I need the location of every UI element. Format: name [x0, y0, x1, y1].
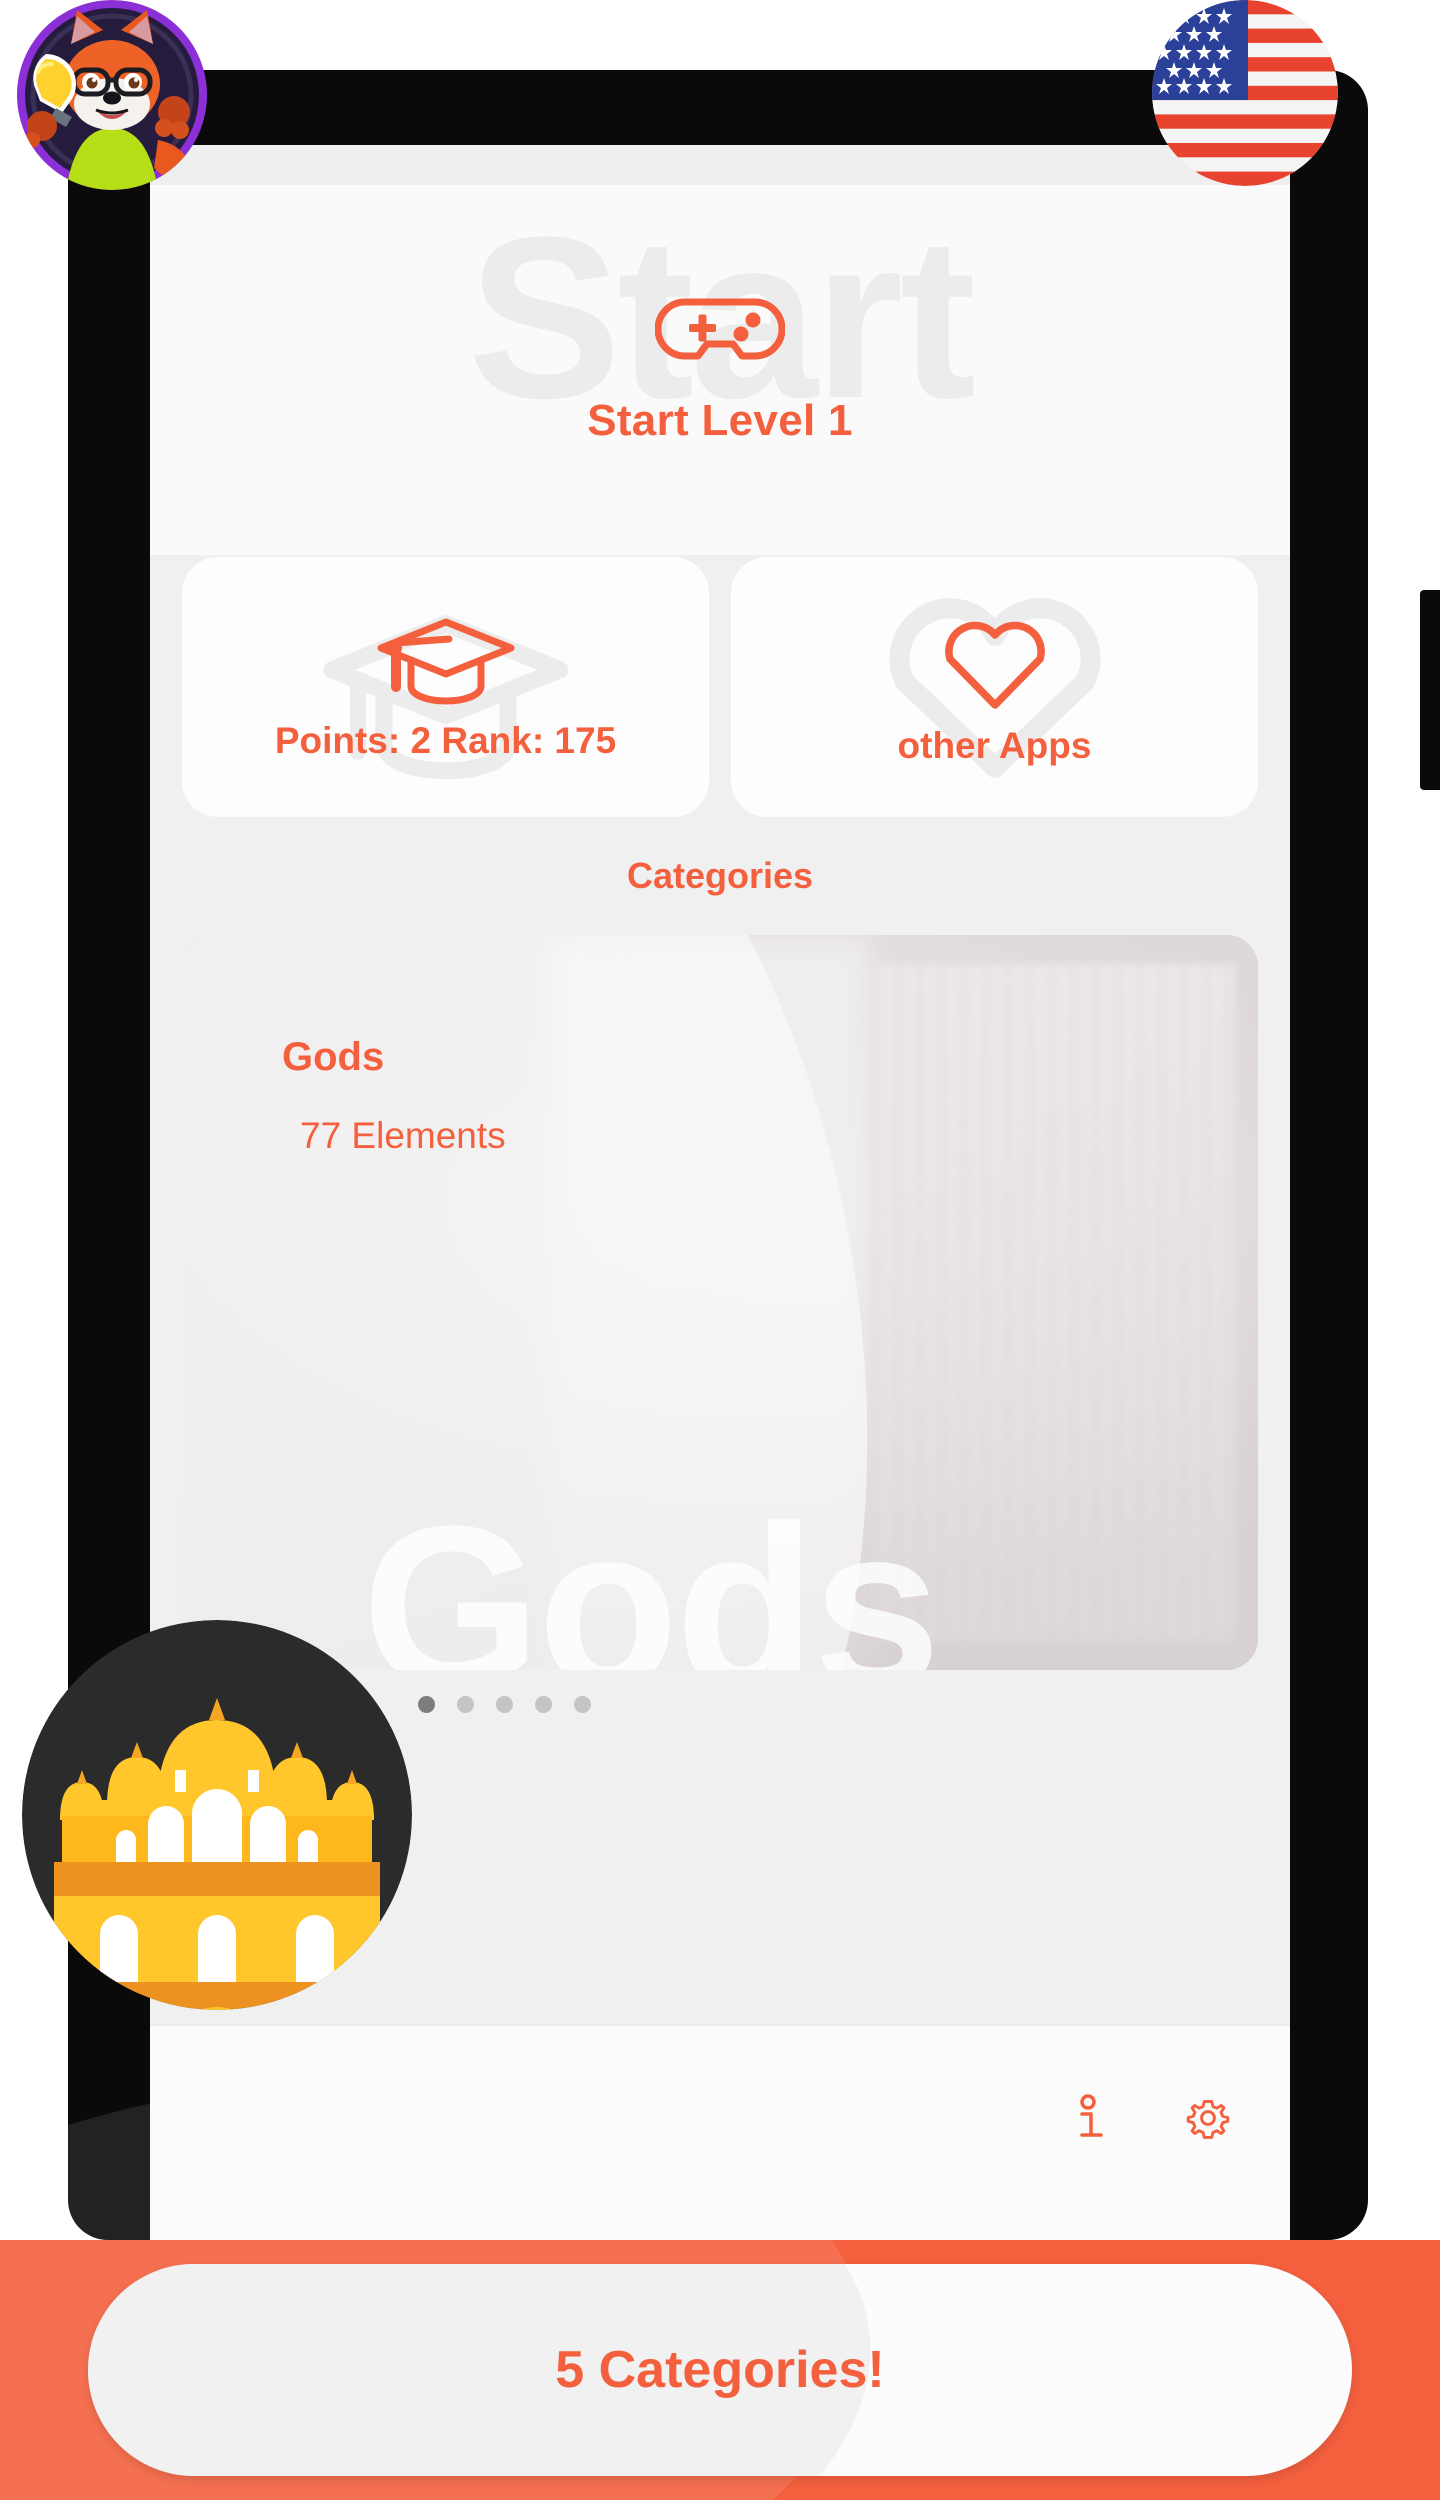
pager-dot-3[interactable] — [496, 1696, 513, 1713]
bottom-banner: 5 Categories! — [0, 2016, 1440, 2500]
categories-count-button[interactable]: 5 Categories! — [88, 2264, 1352, 2476]
category-title: Gods — [282, 1035, 385, 1079]
other-apps-tile[interactable]: other Apps — [731, 557, 1258, 817]
app-screenshot: Start Start Level 1 Points: 2 Rank: 175 … — [0, 0, 1440, 2500]
categories-heading: Categories — [626, 855, 814, 896]
stats-tiles-row: Points: 2 Rank: 175 other Apps — [150, 557, 1290, 817]
points-rank-label: Points: 2 Rank: 175 — [274, 720, 617, 761]
info-icon[interactable] — [1066, 2094, 1110, 2142]
pager-dot-2[interactable] — [457, 1696, 474, 1713]
start-level-section[interactable]: Start Start Level 1 — [150, 185, 1290, 555]
start-level-label: Start Level 1 — [587, 396, 853, 445]
gamepad-icon — [655, 298, 785, 360]
graduation-cap-icon — [377, 618, 514, 705]
fox-mascot-lightbulb-logo — [17, 0, 207, 190]
hindu-temple-icon — [22, 1620, 412, 2010]
category-card-gods[interactable]: Gods Gods 77 Elements — [182, 935, 1258, 1670]
category-element-count: 77 Elements — [300, 1115, 506, 1156]
phone-power-button[interactable] — [1420, 590, 1440, 790]
language-flag-badge[interactable] — [1152, 0, 1338, 186]
app-logo-badge[interactable] — [8, 0, 216, 190]
categories-count-label: 5 Categories! — [555, 2341, 885, 2399]
heart-icon — [944, 621, 1045, 709]
status-bar — [150, 145, 1290, 185]
pager-dot-1[interactable] — [418, 1696, 435, 1713]
points-rank-tile[interactable]: Points: 2 Rank: 175 — [182, 557, 709, 817]
pager-dot-5[interactable] — [574, 1696, 591, 1713]
us-flag-icon — [1152, 0, 1338, 186]
category-watermark-text: Gods — [362, 1478, 941, 1671]
category-badge[interactable] — [22, 1620, 412, 2010]
gear-icon[interactable] — [1186, 2094, 1230, 2142]
carousel-pager[interactable] — [418, 1696, 591, 1713]
pager-dot-4[interactable] — [535, 1696, 552, 1713]
other-apps-label: other Apps — [897, 725, 1092, 766]
